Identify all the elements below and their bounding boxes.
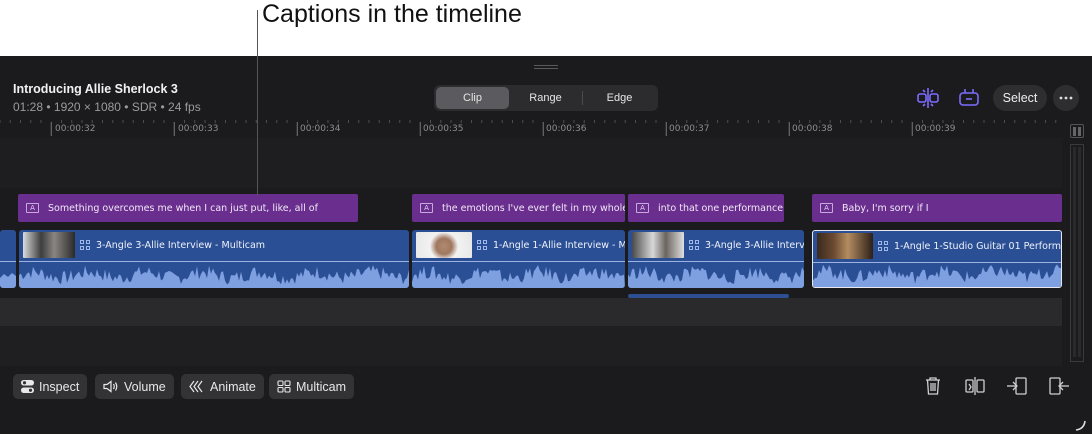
clip-label: 1-Angle 1-Allie Interview - Multicam — [493, 239, 625, 251]
clip-thumbnail — [23, 232, 75, 258]
caption-icon: A — [26, 203, 39, 213]
ruler-label: 00:00:32 — [55, 124, 96, 134]
inspect-label: Inspect — [39, 379, 80, 394]
inspect-button[interactable]: Inspect — [13, 374, 88, 399]
audio-waveform — [813, 264, 1061, 287]
project-meta: 01:28 • 1920 × 1080 • SDR • 24 fps — [13, 100, 201, 114]
clip-label: 3-Angle 3-Allie Interview - Multicam — [96, 239, 266, 251]
ruler-label: 00:00:37 — [669, 124, 710, 134]
video-clip[interactable]: 3-Angle 3-Allie Interview - Multicam — [628, 230, 804, 288]
select-button[interactable]: Select — [993, 85, 1047, 111]
mode-clip-button[interactable]: Clip — [436, 87, 509, 109]
snapping-icon[interactable] — [954, 85, 984, 111]
time-ruler[interactable]: 00:00:32 00:00:33 00:00:34 00:00:35 00:0… — [0, 118, 1062, 138]
caption-text: the emotions I've ever felt in my whole … — [442, 202, 625, 214]
multicam-icon — [689, 239, 700, 251]
ruler-label: 00:00:34 — [300, 124, 341, 134]
multicam-icon — [878, 240, 889, 252]
animate-icon — [189, 380, 203, 393]
clip-label: 3-Angle 3-Allie Interview - Multicam — [705, 239, 804, 251]
multicam-icon — [80, 239, 91, 251]
multicam-label: Multicam — [296, 379, 347, 394]
clip-thumbnail — [817, 233, 873, 259]
audio-waveform — [19, 265, 409, 288]
track-lane — [0, 326, 1062, 366]
multicam-button[interactable]: Multicam — [269, 374, 355, 399]
ruler-label: 00:00:39 — [915, 124, 956, 134]
clip-thumbnail — [416, 232, 472, 258]
caption-clip[interactable]: A into that one performance. — [628, 194, 784, 222]
drag-handle[interactable] — [534, 65, 558, 66]
audio-waveform — [0, 273, 16, 288]
ruler-label: 00:00:33 — [178, 124, 219, 134]
animate-button[interactable]: Animate — [181, 374, 264, 399]
multicam-icon — [477, 239, 488, 251]
animate-label: Animate — [210, 379, 256, 394]
clip-thumbnail — [632, 232, 684, 258]
ruler-label: 00:00:35 — [423, 124, 464, 134]
caption-text: into that one performance. — [658, 202, 784, 214]
resize-corner-icon[interactable] — [1074, 418, 1086, 431]
caption-icon: A — [636, 203, 649, 213]
detach-audio-icon[interactable] — [963, 374, 987, 398]
volume-button[interactable]: Volume — [95, 374, 174, 399]
audio-waveform — [412, 265, 625, 288]
caption-clip[interactable]: A Something overcomes me when I can just… — [18, 194, 358, 222]
caption-clip[interactable]: A Baby, I'm sorry if I — [812, 194, 1062, 222]
edit-mode-selector: Clip Range Edge — [434, 85, 658, 111]
ruler-label: 00:00:38 — [792, 124, 833, 134]
video-clip[interactable]: 3-Angle 3-Allie Interview - Multicam — [19, 230, 409, 288]
track-lane — [0, 138, 1062, 188]
video-clip-partial[interactable] — [0, 230, 16, 288]
caption-text: Something overcomes me when I can just p… — [48, 202, 318, 214]
bottom-toolbar: Inspect Volume Animate Multicam — [0, 366, 1092, 434]
caption-clip[interactable]: A the emotions I've ever felt in my whol… — [412, 194, 625, 222]
audio-meter-panel — [1062, 118, 1092, 366]
callout-pointer-line — [257, 10, 258, 196]
callout-label: Captions in the timeline — [262, 0, 522, 28]
project-title: Introducing Allie Sherlock 3 — [13, 82, 178, 96]
meter-icon[interactable] — [1070, 124, 1084, 138]
caption-icon: A — [420, 203, 433, 213]
drag-handle-line — [534, 68, 558, 69]
caption-text: Baby, I'm sorry if I — [842, 202, 929, 214]
track-lane — [0, 298, 1062, 326]
trim-end-icon[interactable] — [1047, 374, 1071, 398]
connected-audio-bar[interactable] — [628, 294, 789, 298]
more-icon[interactable] — [1053, 85, 1079, 111]
clip-label: 1-Angle 1-Studio Guitar 01 Performance — [894, 240, 1061, 252]
ruler-label: 00:00:36 — [546, 124, 587, 134]
video-clip[interactable]: 1-Angle 1-Allie Interview - Multicam — [412, 230, 625, 288]
callout-area: Captions in the timeline — [0, 0, 1092, 56]
mode-range-button[interactable]: Range — [509, 87, 582, 109]
audio-meter — [1070, 144, 1084, 362]
caption-icon: A — [820, 203, 833, 213]
video-clip-selected[interactable]: 1-Angle 1-Studio Guitar 01 Performance — [812, 230, 1062, 288]
multicam-grid-icon — [277, 380, 291, 393]
trim-start-icon[interactable] — [1005, 374, 1029, 398]
trash-icon[interactable] — [921, 374, 945, 398]
audio-waveform — [628, 266, 804, 288]
speaker-icon — [103, 380, 118, 393]
split-view-icon[interactable] — [913, 85, 943, 111]
mode-edge-button[interactable]: Edge — [583, 87, 656, 109]
inspect-icon — [21, 380, 34, 393]
volume-label: Volume — [124, 379, 166, 394]
